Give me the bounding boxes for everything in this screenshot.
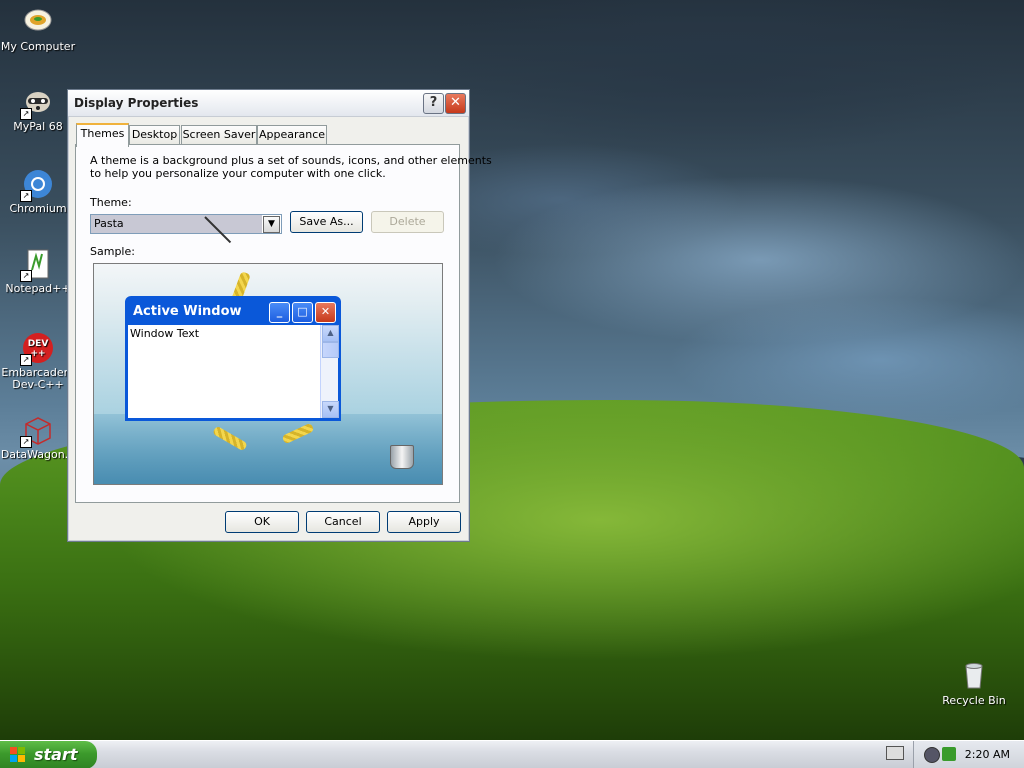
sample-window-text: Window Text [130, 327, 200, 340]
shortcut-arrow-icon: ↗ [20, 190, 32, 202]
desktop-icon-notepadpp[interactable]: ↗ Notepad++ [0, 248, 76, 295]
sample-window-title: Active Window [133, 304, 242, 319]
scroll-thumb [322, 342, 339, 358]
chromium-icon: ↗ [20, 168, 54, 202]
safely-remove-icon[interactable] [942, 747, 956, 761]
desktop-icon-chromium[interactable]: ↗ Chromium [0, 168, 76, 215]
scroll-up-icon: ▲ [322, 325, 339, 342]
desktop-icon-label: DataWagon... [0, 448, 76, 461]
datawagon-icon: ↗ [20, 414, 54, 448]
taskbar: start 2:20 AM [0, 740, 1024, 768]
tab-screen-saver[interactable]: Screen Saver [181, 125, 257, 145]
clock[interactable]: 2:20 AM [965, 748, 1010, 761]
shortcut-arrow-icon: ↗ [20, 108, 32, 120]
save-as-button[interactable]: Save As... [290, 211, 363, 233]
raccoon-icon: ↗ [20, 86, 54, 120]
ok-button[interactable]: OK [225, 511, 299, 533]
delete-button: Delete [371, 211, 444, 233]
shortcut-arrow-icon: ↗ [20, 436, 32, 448]
tab-appearance[interactable]: Appearance [257, 125, 327, 145]
tab-themes[interactable]: Themes [76, 123, 129, 147]
system-tray: 2:20 AM [913, 741, 1024, 768]
shortcut-arrow-icon: ↗ [20, 270, 32, 282]
close-icon: ✕ [315, 302, 336, 323]
sample-label: Sample: [90, 245, 135, 258]
maximize-icon: □ [292, 302, 313, 323]
chevron-down-icon[interactable]: ▼ [263, 216, 280, 233]
desktop-icon-label-line2: Dev-C++ [12, 378, 64, 391]
desktop-icon-datawagon[interactable]: ↗ DataWagon... [0, 414, 76, 461]
dev-cpp-icon: DEV ++ ↗ [20, 332, 54, 366]
sample-scrollbar: ▲ ▼ [320, 325, 339, 418]
svg-text:++: ++ [30, 349, 45, 359]
desktop-icon-recycle-bin[interactable]: Recycle Bin [936, 660, 1012, 707]
pot-icon [390, 445, 414, 469]
scroll-down-icon: ▼ [322, 401, 339, 418]
sample-window-body: Window Text ▲ ▼ [128, 325, 339, 418]
desktop-icon-label: Chromium [9, 202, 67, 215]
desktop-icon-label: Notepad++ [5, 282, 71, 295]
theme-description-line2: to help you personalize your computer wi… [90, 167, 386, 180]
theme-select-value: Pasta [91, 215, 262, 233]
theme-description-line1: A theme is a background plus a set of so… [90, 154, 492, 167]
recycle-bin-icon [958, 660, 990, 692]
desktop-icon-label: Recycle Bin [942, 694, 1006, 707]
theme-select[interactable]: Pasta ▼ [90, 214, 282, 234]
close-button[interactable]: ✕ [445, 93, 466, 114]
desktop-icon-label: MyPal 68 [13, 120, 63, 133]
svg-text:DEV: DEV [28, 339, 49, 349]
theme-label: Theme: [90, 196, 132, 209]
sample-active-window: Active Window _ □ ✕ Window Text ▲ ▼ [125, 296, 341, 421]
dialog-titlebar[interactable]: Display Properties ? ✕ [68, 90, 469, 117]
tab-desktop[interactable]: Desktop [129, 125, 180, 145]
windows-flag-icon [10, 747, 25, 762]
desktop-icon-devcpp[interactable]: DEV ++ ↗ Embarcadero Dev-C++ [0, 332, 76, 391]
shortcut-arrow-icon: ↗ [20, 354, 32, 366]
dialog-title: Display Properties [74, 96, 199, 110]
desktop-icon-my-computer[interactable]: My Computer [0, 6, 76, 53]
apply-button[interactable]: Apply [387, 511, 461, 533]
network-icon[interactable] [924, 747, 940, 763]
keyboard-icon[interactable] [886, 746, 904, 760]
notepad-plus-plus-icon: ↗ [20, 248, 54, 282]
start-label: start [34, 745, 78, 764]
minimize-icon: _ [269, 302, 290, 323]
my-computer-icon [22, 6, 54, 38]
cancel-button[interactable]: Cancel [306, 511, 380, 533]
help-button[interactable]: ? [423, 93, 444, 114]
start-button[interactable]: start [0, 741, 97, 768]
desktop-icon-label: My Computer [0, 40, 76, 53]
desktop-icon-mypal[interactable]: ↗ MyPal 68 [0, 86, 76, 133]
